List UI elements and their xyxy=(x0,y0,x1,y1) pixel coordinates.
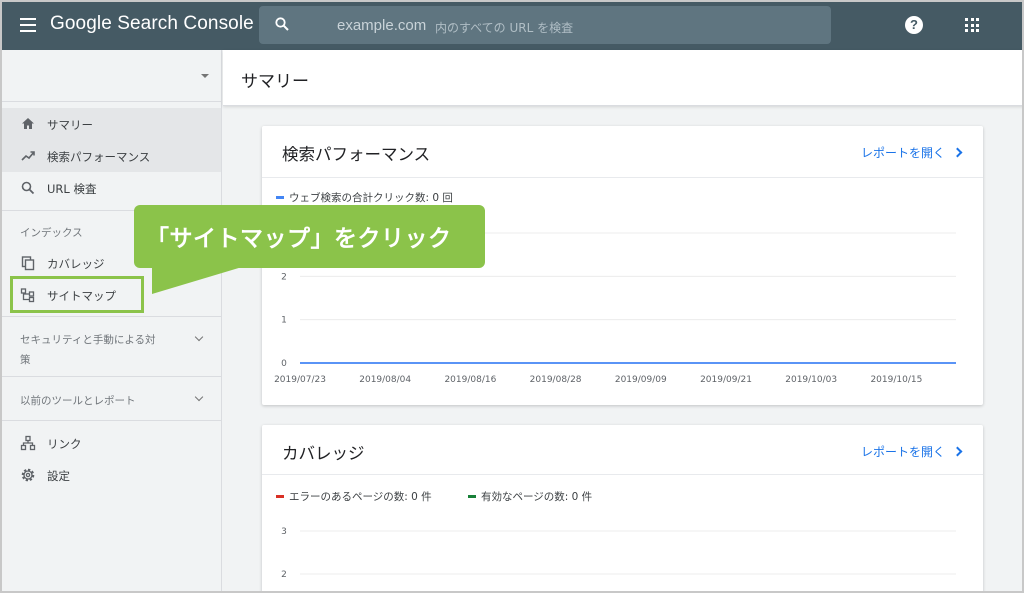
screen-frame: Google Search Console example.com 内のすべての… xyxy=(0,0,1024,593)
x-tick-label: 2019/10/03 xyxy=(785,375,837,385)
y-tick-label: 1 xyxy=(281,316,287,326)
sidebar-item-settings[interactable]: 設定 xyxy=(2,459,221,491)
chevron-down-icon[interactable] xyxy=(194,392,204,402)
callout-text: 「サイトマップ」をクリック xyxy=(146,226,452,252)
coverage-chart: 23 xyxy=(281,527,956,580)
sidebar-item-label: 検索パフォーマンス xyxy=(47,150,151,164)
sidebar-divider xyxy=(2,316,221,317)
home-icon xyxy=(22,118,34,129)
y-tick-label: 2 xyxy=(281,272,287,282)
section-security[interactable]: セキュリティと手動による対 策 xyxy=(20,332,156,367)
help-icon[interactable]: ? xyxy=(905,16,923,34)
search-icon xyxy=(275,17,289,31)
url-inspection-search-box[interactable]: example.com 内のすべての URL を検査 xyxy=(259,6,831,44)
instruction-callout: 「サイトマップ」をクリック xyxy=(134,205,485,268)
sidebar-item-performance[interactable]: 検索パフォーマンス xyxy=(2,140,221,172)
y-tick-label: 3 xyxy=(281,527,287,537)
links-icon xyxy=(20,435,36,451)
sidebar-item-links[interactable]: リンク xyxy=(2,427,221,459)
x-tick-label: 2019/08/28 xyxy=(530,375,582,385)
sidebar-item-url-inspection[interactable]: URL 検査 xyxy=(2,172,221,204)
sidebar-divider xyxy=(2,376,221,377)
search-domain: example.com xyxy=(337,17,427,34)
app-title[interactable]: Google Search Console xyxy=(50,13,254,35)
sidebar-item-label: リンク xyxy=(47,437,82,451)
x-tick-label: 2019/08/16 xyxy=(444,375,496,385)
section-security-line2: 策 xyxy=(20,354,31,366)
coverage-card: カバレッジ レポートを開く エラーのあるページの数: 0 件 有効なページの数:… xyxy=(262,425,983,591)
x-tick-label: 2019/10/15 xyxy=(870,375,922,385)
sidebar-item-label: 設定 xyxy=(47,469,70,483)
sidebar-item-summary[interactable]: サマリー xyxy=(2,108,221,140)
copy-icon xyxy=(21,256,35,271)
property-selector[interactable] xyxy=(2,50,221,102)
page-header: サマリー xyxy=(223,50,1022,106)
apps-grid-icon[interactable] xyxy=(965,18,979,32)
top-app-bar: Google Search Console example.com 内のすべての… xyxy=(2,2,1022,50)
x-tick-label: 2019/09/21 xyxy=(700,375,752,385)
y-tick-label: 2 xyxy=(281,570,287,580)
sidebar-divider xyxy=(2,420,221,421)
gear-icon xyxy=(21,468,35,482)
chevron-down-icon[interactable] xyxy=(194,332,204,342)
hamburger-menu-icon[interactable] xyxy=(20,18,36,32)
sitemap-highlight-box xyxy=(10,276,144,313)
x-tick-label: 2019/07/23 xyxy=(274,375,326,385)
sidebar-item-label: カバレッジ xyxy=(47,257,105,271)
caret-down-icon xyxy=(201,74,209,78)
sidebar-item-label: URL 検査 xyxy=(47,182,97,196)
search-placeholder: 内のすべての URL を検査 xyxy=(435,21,574,35)
page-title: サマリー xyxy=(241,72,309,92)
x-tick-label: 2019/09/09 xyxy=(615,375,667,385)
search-icon xyxy=(21,181,35,195)
trending-up-icon xyxy=(21,151,35,161)
sidebar-item-label: サマリー xyxy=(47,118,93,132)
section-label-index: インデックス xyxy=(20,227,83,239)
sidebar: サマリー 検索パフォーマンス URL 検査 インデックス カバレッジ サイトマッ… xyxy=(2,50,222,591)
x-tick-label: 2019/08/04 xyxy=(359,375,411,385)
section-legacy-tools[interactable]: 以前のツールとレポート xyxy=(20,393,136,408)
y-tick-label: 0 xyxy=(281,359,287,369)
section-security-line1: セキュリティと手動による対 xyxy=(20,334,156,346)
